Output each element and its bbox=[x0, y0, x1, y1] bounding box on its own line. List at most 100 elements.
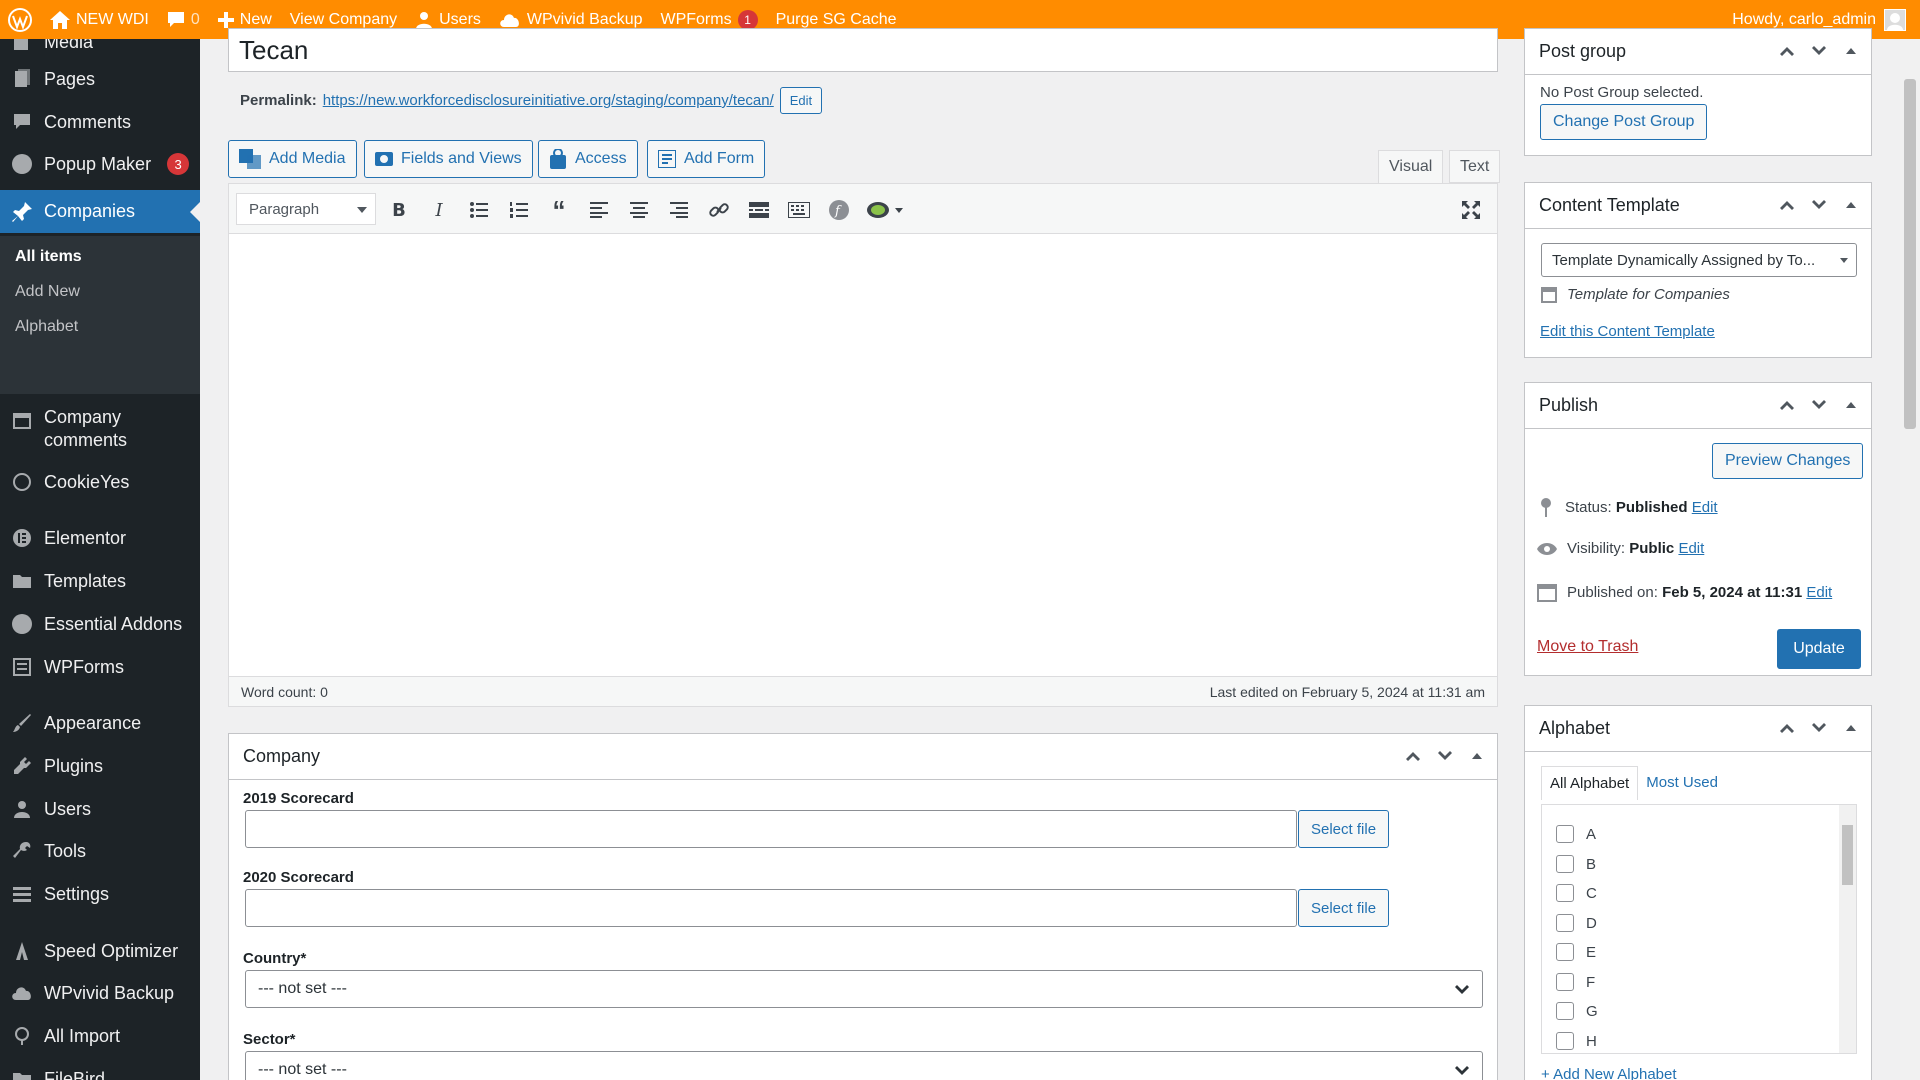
add-new-alphabet-link[interactable]: + Add New Alphabet bbox=[1541, 1066, 1677, 1080]
alphabet-item[interactable]: A bbox=[1556, 825, 1596, 843]
checkbox[interactable] bbox=[1556, 1002, 1574, 1020]
alphabet-item[interactable]: F bbox=[1556, 973, 1595, 991]
sidebar-item-media[interactable]: Media bbox=[0, 39, 200, 57]
alphabet-item[interactable]: C bbox=[1556, 884, 1597, 902]
content-template-select[interactable]: Template Dynamically Assigned by To... bbox=[1541, 243, 1857, 277]
alphabet-item[interactable]: D bbox=[1556, 914, 1597, 932]
comments-link[interactable]: 0 bbox=[158, 0, 209, 39]
checkbox[interactable] bbox=[1556, 1032, 1574, 1050]
fullscreen-icon[interactable] bbox=[1457, 196, 1485, 224]
bullet-list-icon[interactable] bbox=[465, 196, 493, 224]
chevron-up-icon[interactable] bbox=[1777, 41, 1797, 61]
chevron-up-icon[interactable] bbox=[1777, 395, 1797, 415]
submenu-all-items[interactable]: All items bbox=[15, 248, 82, 266]
sector-select[interactable]: --- not set --- bbox=[245, 1051, 1483, 1080]
sidebar-item-wpvivid[interactable]: WPvivid Backup bbox=[0, 978, 200, 1008]
chevron-down-icon[interactable] bbox=[1809, 395, 1829, 415]
fields-and-views-button[interactable]: Fields and Views bbox=[364, 140, 533, 178]
move-to-trash-link[interactable]: Move to Trash bbox=[1537, 638, 1638, 656]
bold-icon[interactable]: B bbox=[385, 196, 413, 224]
read-more-icon[interactable] bbox=[745, 196, 773, 224]
access-button[interactable]: Access bbox=[538, 140, 638, 178]
chevron-up-icon[interactable] bbox=[1777, 195, 1797, 215]
collapse-icon[interactable] bbox=[1841, 41, 1861, 61]
chevron-up-icon[interactable] bbox=[1403, 746, 1423, 766]
submenu-add-new[interactable]: Add New bbox=[15, 283, 80, 301]
scrollbar-thumb[interactable] bbox=[1842, 825, 1853, 885]
scorecard-2019-select-file-button[interactable]: Select file bbox=[1298, 810, 1390, 848]
published-edit-link[interactable]: Edit bbox=[1806, 584, 1832, 601]
sidebar-item-appearance[interactable]: Appearance bbox=[0, 708, 200, 738]
permalink-url[interactable]: https://new.workforcedisclosureinitiativ… bbox=[323, 92, 774, 109]
preview-changes-button[interactable]: Preview Changes bbox=[1712, 443, 1864, 479]
collapse-icon[interactable] bbox=[1841, 395, 1861, 415]
visibility-edit-link[interactable]: Edit bbox=[1678, 540, 1704, 557]
status-edit-link[interactable]: Edit bbox=[1692, 499, 1718, 516]
tab-visual[interactable]: Visual bbox=[1378, 150, 1444, 183]
sidebar-item-comments[interactable]: Comments bbox=[0, 107, 200, 137]
checkbox[interactable] bbox=[1556, 884, 1574, 902]
country-select[interactable]: --- not set --- bbox=[245, 970, 1483, 1008]
scrollbar-thumb[interactable] bbox=[1904, 79, 1916, 429]
collapse-icon[interactable] bbox=[1841, 195, 1861, 215]
link-icon[interactable] bbox=[705, 196, 733, 224]
checkbox[interactable] bbox=[1556, 943, 1574, 961]
alphabet-item[interactable]: G bbox=[1556, 1002, 1598, 1020]
sidebar-item-elementor[interactable]: Elementor bbox=[0, 523, 200, 553]
chevron-down-icon[interactable] bbox=[1809, 718, 1829, 738]
sidebar-item-settings[interactable]: Settings bbox=[0, 879, 200, 909]
align-center-icon[interactable] bbox=[625, 196, 653, 224]
tab-all-alphabet[interactable]: All Alphabet bbox=[1541, 766, 1639, 800]
snippet-dropdown-icon[interactable] bbox=[865, 196, 905, 224]
sidebar-item-essential-addons[interactable]: Essential Addons bbox=[0, 609, 200, 639]
chevron-down-icon[interactable] bbox=[1809, 41, 1829, 61]
sidebar-item-templates[interactable]: Templates bbox=[0, 566, 200, 596]
tab-most-used[interactable]: Most Used bbox=[1638, 766, 1726, 800]
post-title-input[interactable]: Tecan bbox=[228, 28, 1498, 72]
format-select[interactable]: Paragraph bbox=[236, 193, 376, 225]
shortcode-icon[interactable]: f bbox=[825, 196, 853, 224]
sidebar-item-tools[interactable]: Tools bbox=[0, 836, 200, 866]
sidebar-item-pages[interactable]: Pages bbox=[0, 64, 200, 94]
sidebar-item-company-comments[interactable]: Company comments bbox=[0, 406, 200, 456]
alphabet-item[interactable]: E bbox=[1556, 943, 1596, 961]
sidebar-item-companies[interactable]: Companies bbox=[0, 190, 200, 233]
collapse-icon[interactable] bbox=[1467, 746, 1487, 766]
sidebar-item-filebird[interactable]: FileBird bbox=[0, 1064, 200, 1080]
checkbox[interactable] bbox=[1556, 914, 1574, 932]
align-right-icon[interactable] bbox=[665, 196, 693, 224]
site-name-link[interactable]: NEW WDI bbox=[41, 0, 158, 39]
scorecard-2020-select-file-button[interactable]: Select file bbox=[1298, 889, 1390, 927]
checkbox[interactable] bbox=[1556, 855, 1574, 873]
sidebar-item-cookieyes[interactable]: CookieYes bbox=[0, 467, 200, 497]
align-left-icon[interactable] bbox=[585, 196, 613, 224]
permalink-edit-button[interactable]: Edit bbox=[779, 87, 823, 114]
toolbar-toggle-icon[interactable] bbox=[785, 196, 813, 224]
edit-content-template-link[interactable]: Edit this Content Template bbox=[1540, 323, 1715, 340]
alphabet-item[interactable]: B bbox=[1556, 855, 1596, 873]
sidebar-item-all-import[interactable]: All Import bbox=[0, 1021, 200, 1051]
chevron-down-icon[interactable] bbox=[1435, 746, 1455, 766]
sidebar-item-plugins[interactable]: Plugins bbox=[0, 751, 200, 781]
alphabet-item[interactable]: H bbox=[1556, 1032, 1597, 1050]
sidebar-item-users[interactable]: Users bbox=[0, 794, 200, 824]
change-post-group-button[interactable]: Change Post Group bbox=[1540, 104, 1708, 140]
blockquote-icon[interactable]: “ bbox=[545, 195, 573, 225]
checkbox[interactable] bbox=[1556, 973, 1574, 991]
chevron-down-icon[interactable] bbox=[1809, 195, 1829, 215]
collapse-icon[interactable] bbox=[1841, 718, 1861, 738]
wordpress-logo-icon[interactable] bbox=[0, 0, 41, 39]
alphabet-scrollbar[interactable] bbox=[1839, 805, 1856, 1053]
italic-icon[interactable]: I bbox=[425, 196, 453, 224]
tab-text[interactable]: Text bbox=[1449, 150, 1501, 183]
submenu-alphabet[interactable]: Alphabet bbox=[15, 318, 78, 336]
numbered-list-icon[interactable] bbox=[505, 196, 533, 224]
sidebar-item-popup-maker[interactable]: Popup Maker 3 bbox=[0, 149, 200, 179]
checkbox[interactable] bbox=[1556, 825, 1574, 843]
update-button[interactable]: Update bbox=[1777, 629, 1861, 669]
scorecard-2019-input[interactable] bbox=[245, 810, 1297, 848]
add-form-button[interactable]: Add Form bbox=[647, 140, 766, 178]
chevron-up-icon[interactable] bbox=[1777, 718, 1797, 738]
page-scrollbar[interactable] bbox=[1900, 39, 1920, 1080]
add-media-button[interactable]: Add Media bbox=[228, 140, 357, 178]
